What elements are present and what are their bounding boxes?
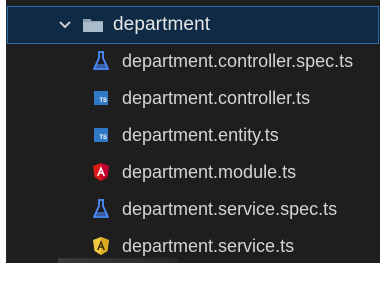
- folder-department[interactable]: department: [7, 6, 379, 44]
- file-item[interactable]: department.controller.spec.ts: [7, 44, 379, 78]
- chevron-down-icon[interactable]: [52, 20, 78, 30]
- file-label: department.module.ts: [122, 161, 297, 182]
- flask-icon: [92, 199, 110, 219]
- angular-service-icon: [92, 236, 110, 256]
- file-item[interactable]: department.module.ts: [7, 155, 379, 189]
- file-label: department.controller.ts: [122, 87, 311, 108]
- file-item[interactable]: TS department.entity.ts: [7, 118, 379, 152]
- file-label: department.service.spec.ts: [122, 198, 338, 219]
- file-label: department.controller.spec.ts: [122, 50, 354, 71]
- flask-icon: [92, 51, 110, 71]
- ts-badge: TS: [94, 128, 108, 142]
- typescript-icon: TS: [92, 88, 110, 108]
- file-item[interactable]: TS department.controller.ts: [7, 81, 379, 115]
- folder-icon: [82, 16, 104, 34]
- file-label: department.service.ts: [122, 235, 295, 256]
- folder-label: department: [113, 14, 211, 35]
- typescript-icon: TS: [92, 125, 110, 145]
- file-explorer: department department.controller.spec.ts…: [6, 0, 380, 263]
- file-label: department.entity.ts: [122, 124, 279, 145]
- file-item[interactable]: department.service.spec.ts: [7, 192, 379, 226]
- ts-badge: TS: [94, 91, 108, 105]
- angular-icon: [92, 162, 110, 182]
- page-background: [6, 263, 380, 283]
